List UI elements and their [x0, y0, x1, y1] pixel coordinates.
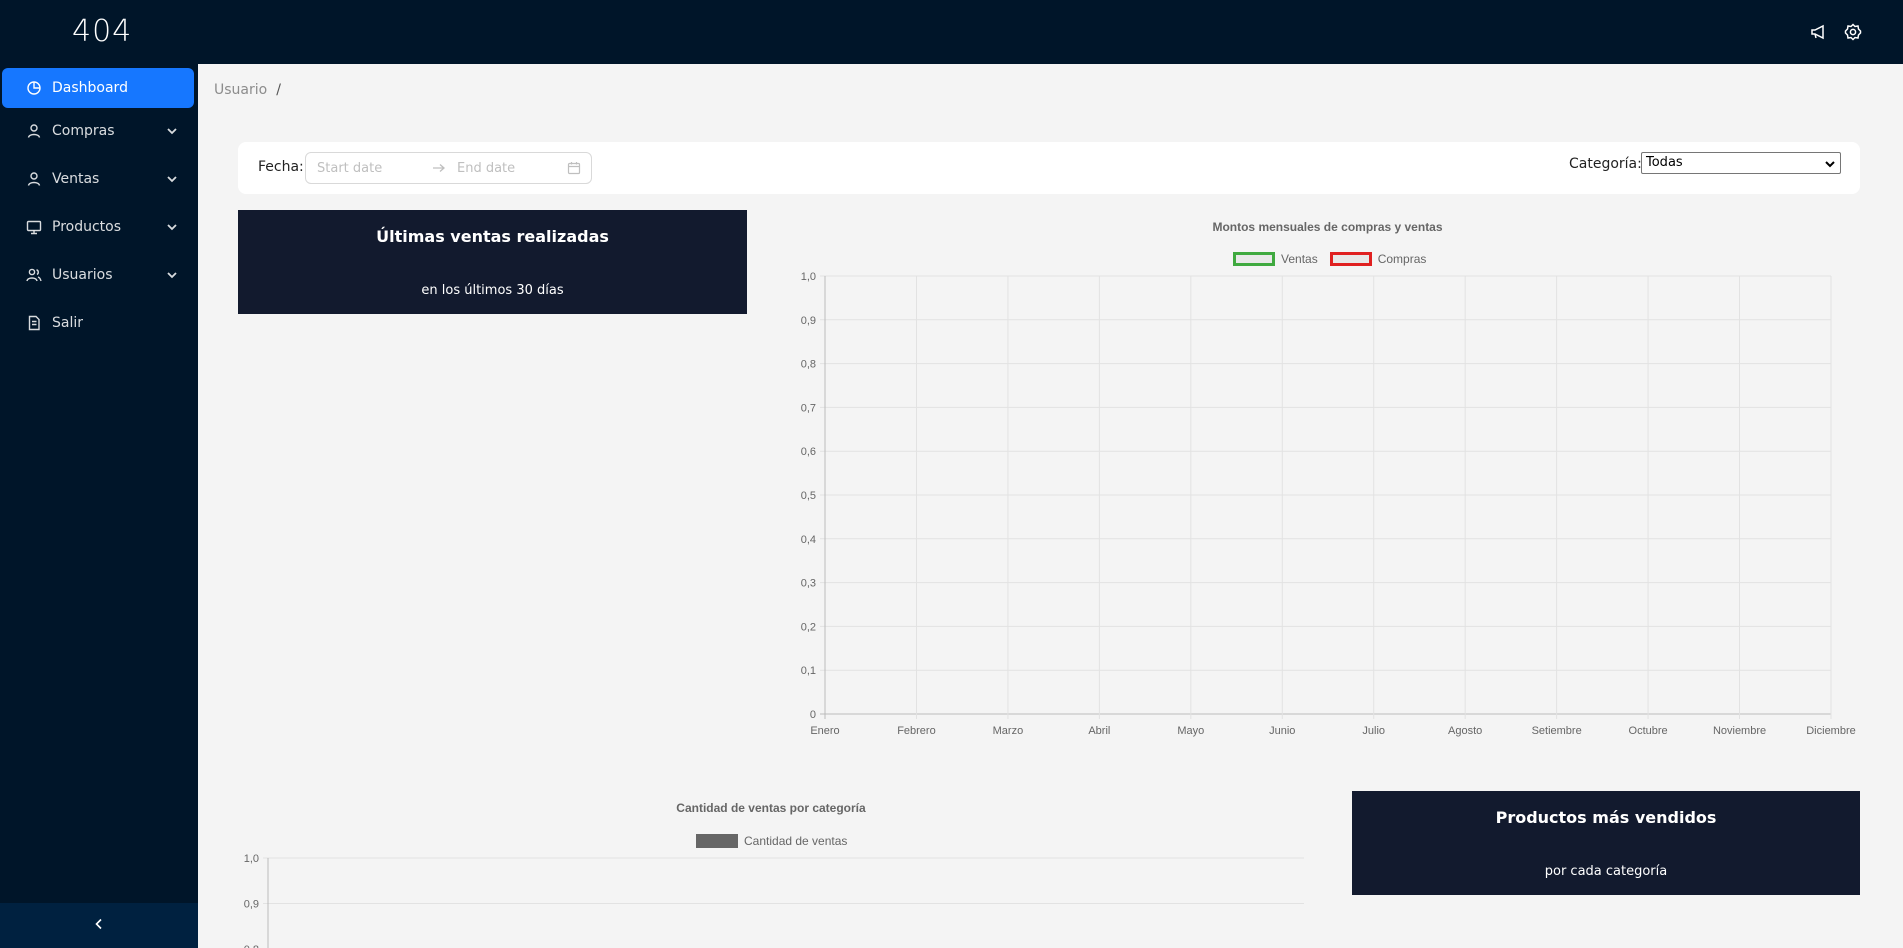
x-tick-label: Mayo: [1177, 725, 1204, 737]
chevron-down-icon: [166, 269, 178, 281]
ultimas-ventas-card: Últimas ventas realizadas en los últimos…: [238, 210, 747, 314]
legend-label-ventas[interactable]: Ventas: [1281, 252, 1318, 266]
x-tick-label: Octubre: [1629, 725, 1668, 737]
legend-swatch-compras[interactable]: [1329, 252, 1372, 266]
fecha-label: Fecha:: [258, 159, 304, 175]
legend-swatch-ventas[interactable]: [1233, 252, 1275, 266]
chevron-left-icon: [92, 916, 106, 935]
desktop-icon: [26, 219, 42, 235]
chevron-down-icon: [166, 221, 178, 233]
x-tick-label: Enero: [810, 725, 839, 737]
y-tick-label: 1,0: [801, 271, 816, 283]
calendar-icon: [567, 161, 581, 175]
sidebar-item-label: Ventas: [52, 171, 100, 187]
user-icon: [26, 171, 42, 187]
x-tick-label: Marzo: [993, 725, 1024, 737]
date-range-picker[interactable]: Start date End date: [305, 152, 592, 184]
chart-title: Cantidad de ventas por categoría: [676, 801, 866, 815]
sidebar-item-salir[interactable]: Salir: [2, 303, 194, 343]
chevron-down-icon: [166, 125, 178, 137]
card-title: Últimas ventas realizadas: [376, 227, 609, 246]
app-logo[interactable]: 404: [72, 14, 132, 49]
sidebar-item-ventas[interactable]: Ventas: [2, 159, 194, 199]
team-icon: [26, 267, 42, 283]
chart-legend: Ventas Compras: [1233, 252, 1426, 266]
dashboard-icon: [26, 80, 42, 96]
x-tick-label: Agosto: [1448, 725, 1482, 737]
settings-icon[interactable]: [1843, 22, 1863, 42]
sidebar-item-label: Productos: [52, 219, 122, 235]
notification-icon[interactable]: [1809, 22, 1829, 42]
card-subtitle: por cada categoría: [1544, 864, 1668, 879]
arrow-right-icon: [432, 161, 446, 175]
breadcrumb: Usuario /: [214, 82, 281, 98]
chevron-down-icon: [1825, 161, 1835, 168]
breadcrumb-item[interactable]: Usuario: [214, 82, 267, 98]
categoria-selected-value: Todas: [1646, 155, 1683, 170]
categoria-label: Categoría:: [1569, 156, 1642, 172]
chart-title: Montos mensuales de compras y ventas: [1212, 220, 1443, 234]
x-tick-label: Diciembre: [1806, 725, 1856, 737]
sidebar-item-compras[interactable]: Compras: [2, 111, 194, 151]
y-tick-label: 0,1: [801, 665, 816, 677]
card-title: Productos más vendidos: [1495, 808, 1717, 827]
sidebar-item-label: Dashboard: [52, 80, 128, 96]
productos-vendidos-card: Productos más vendidos por cada categorí…: [1352, 791, 1860, 895]
start-date-input[interactable]: Start date: [317, 161, 382, 176]
sidebar-item-dashboard[interactable]: Dashboard: [2, 68, 194, 108]
sidebar-item-label: Salir: [52, 315, 84, 331]
y-tick-label: 0,8: [801, 359, 816, 371]
y-tick-label: 0,6: [801, 446, 816, 458]
file-icon: [26, 315, 42, 331]
x-tick-label: Setiembre: [1532, 725, 1582, 737]
sidebar-item-label: Usuarios: [52, 267, 113, 283]
end-date-input[interactable]: End date: [457, 161, 515, 176]
x-tick-label: Junio: [1269, 725, 1295, 737]
sidebar-item-productos[interactable]: Productos: [2, 207, 194, 247]
y-tick-label: 0,9: [801, 315, 816, 327]
cantidad-ventas-chart: 1,0 0,9 0,8: [244, 853, 1304, 948]
y-tick-label: 0,7: [801, 402, 816, 414]
y-tick-label: 1,0: [244, 853, 259, 865]
x-tick-label: Noviembre: [1713, 725, 1766, 737]
x-tick-label: Abril: [1088, 725, 1110, 737]
legend-label-compras[interactable]: Compras: [1378, 252, 1427, 266]
sidebar: Dashboard Compras Ventas Productos Usuar…: [0, 64, 198, 948]
user-icon: [26, 123, 42, 139]
y-tick-label: 0,8: [244, 944, 259, 948]
y-tick-label: 0,3: [801, 578, 816, 590]
y-tick-label: 0,5: [801, 490, 816, 502]
card-subtitle: en los últimos 30 días: [421, 283, 564, 298]
y-tick-label: 0,4: [801, 534, 816, 546]
x-tick-label: Febrero: [897, 725, 936, 737]
legend-label-cantidad[interactable]: Cantidad de ventas: [744, 834, 847, 848]
legend-swatch-cantidad[interactable]: [696, 834, 738, 848]
sidebar-item-usuarios[interactable]: Usuarios: [2, 255, 194, 295]
chevron-down-icon: [166, 173, 178, 185]
top-header: 404: [0, 0, 1903, 64]
y-tick-label: 0,2: [801, 621, 816, 633]
filter-bar: Fecha: Start date End date Categoría: To…: [238, 142, 1860, 194]
categoria-select[interactable]: Todas: [1641, 152, 1841, 174]
breadcrumb-separator: /: [276, 82, 281, 98]
montos-mensuales-chart: 1,0 0,9 0,8 0,7 0,6 0,5 0,4 0,3 0,2 0,1 0 Enero Febr…: [801, 271, 1856, 737]
x-tick-label: Julio: [1362, 725, 1385, 737]
y-tick-label: 0: [810, 709, 816, 721]
sidebar-collapse-button[interactable]: [0, 903, 198, 948]
chart-legend: Cantidad de ventas: [696, 834, 847, 848]
y-tick-label: 0,9: [244, 899, 259, 911]
sidebar-item-label: Compras: [52, 123, 115, 139]
